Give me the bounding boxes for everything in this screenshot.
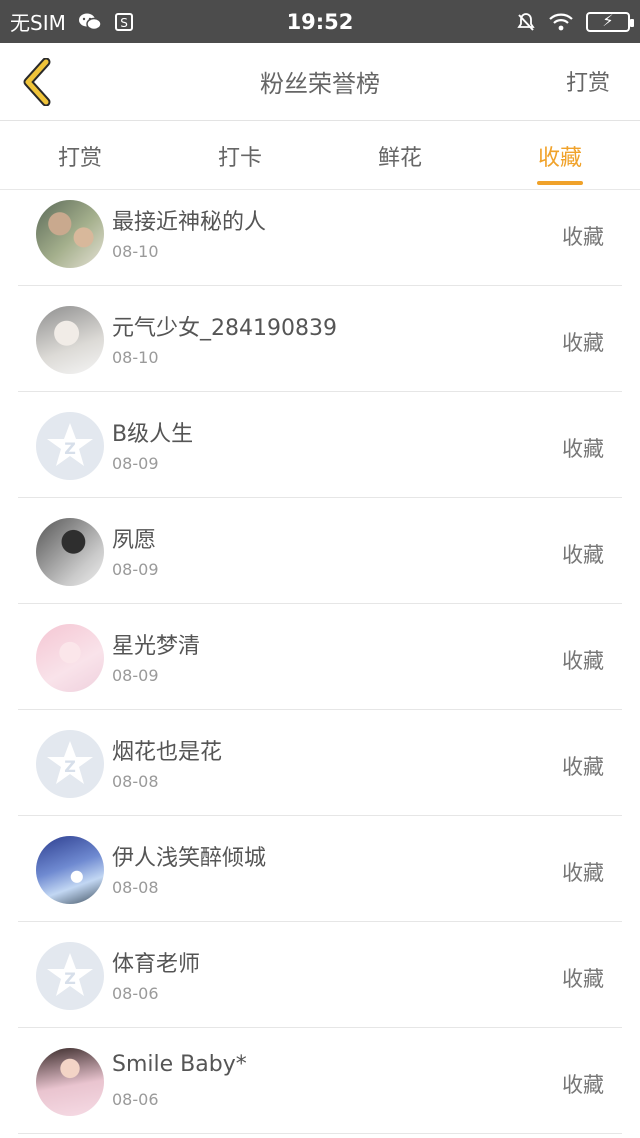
s-app-icon: S — [114, 12, 134, 32]
action-label: 收藏 — [562, 649, 604, 673]
wifi-icon — [548, 12, 574, 32]
action-label: 收藏 — [562, 967, 604, 991]
list-item[interactable]: Z 烟花也是花 08-08 收藏 — [18, 710, 622, 816]
list-item[interactable]: 元气少女_284190839 08-10 收藏 — [18, 286, 622, 392]
list-item[interactable]: 最接近神秘的人 08-10 收藏 — [18, 180, 622, 286]
svg-text:S: S — [120, 16, 128, 30]
date-label: 08-08 — [112, 772, 159, 791]
date-label: 08-10 — [112, 242, 159, 261]
date-label: 08-08 — [112, 878, 159, 897]
user-name: 烟花也是花 — [112, 740, 223, 765]
user-name: 最接近神秘的人 — [112, 210, 267, 235]
list-item[interactable]: Z B级人生 08-09 收藏 — [18, 392, 622, 498]
date-label: 08-10 — [112, 348, 159, 367]
user-name: Smile Baby* — [112, 1052, 247, 1077]
user-name: 星光梦清 — [112, 634, 201, 659]
default-avatar-star-icon: Z — [47, 423, 93, 466]
mute-bell-icon — [516, 12, 536, 32]
fan-list: 最接近神秘的人 08-10 收藏 元气少女_284190839 08-10 收藏… — [0, 180, 640, 1134]
avatar[interactable] — [36, 1048, 104, 1116]
action-label: 收藏 — [562, 1073, 604, 1097]
tab-flowers[interactable]: 鲜花 — [320, 122, 480, 189]
svg-text:Z: Z — [64, 757, 76, 776]
list-item[interactable]: Z 体育老师 08-06 收藏 — [18, 922, 622, 1028]
avatar[interactable] — [36, 518, 104, 586]
user-name: B级人生 — [112, 422, 194, 447]
tab-reward[interactable]: 打赏 — [0, 122, 160, 189]
reward-button[interactable]: 打赏 — [566, 65, 610, 97]
svg-text:Z: Z — [64, 439, 76, 458]
default-avatar-star-icon: Z — [47, 953, 93, 996]
status-bar: 无SIM S 19:52 ⚡ — [0, 0, 640, 43]
list-item[interactable]: 星光梦清 08-09 收藏 — [18, 604, 622, 710]
avatar[interactable] — [36, 836, 104, 904]
date-label: 08-06 — [112, 984, 159, 1003]
date-label: 08-09 — [112, 560, 159, 579]
user-name: 体育老师 — [112, 952, 201, 977]
default-avatar-star-icon: Z — [47, 741, 93, 784]
list-item[interactable]: 夙愿 08-09 收藏 — [18, 498, 622, 604]
date-label: 08-09 — [112, 454, 159, 473]
avatar[interactable] — [36, 200, 104, 268]
battery-charging-icon: ⚡ — [586, 11, 634, 32]
wechat-icon — [78, 12, 102, 32]
chevron-left-icon — [23, 58, 51, 106]
action-label: 收藏 — [562, 755, 604, 779]
date-label: 08-06 — [112, 1090, 159, 1109]
action-label: 收藏 — [562, 543, 604, 567]
tab-favorites[interactable]: 收藏 — [480, 122, 640, 189]
date-label: 08-09 — [112, 666, 159, 685]
app-header: 粉丝荣誉榜 打赏 — [0, 43, 640, 121]
avatar[interactable]: Z — [36, 412, 104, 480]
tab-checkin[interactable]: 打卡 — [160, 122, 320, 189]
svg-text:Z: Z — [64, 969, 76, 988]
action-label: 收藏 — [562, 861, 604, 885]
user-name: 伊人浅笑醉倾城 — [112, 846, 267, 871]
back-button[interactable] — [14, 57, 60, 107]
avatar[interactable]: Z — [36, 730, 104, 798]
list-item[interactable]: 伊人浅笑醉倾城 08-08 收藏 — [18, 816, 622, 922]
carrier-label: 无SIM — [10, 11, 66, 35]
avatar[interactable] — [36, 624, 104, 692]
avatar[interactable]: Z — [36, 942, 104, 1010]
action-label: 收藏 — [562, 331, 604, 355]
action-label: 收藏 — [562, 437, 604, 461]
list-item[interactable]: Smile Baby* 08-06 收藏 — [18, 1028, 622, 1134]
user-name: 夙愿 — [112, 528, 157, 553]
page-title: 粉丝荣誉榜 — [260, 70, 380, 98]
user-name: 元气少女_284190839 — [112, 316, 337, 341]
avatar[interactable] — [36, 306, 104, 374]
action-label: 收藏 — [562, 225, 604, 249]
